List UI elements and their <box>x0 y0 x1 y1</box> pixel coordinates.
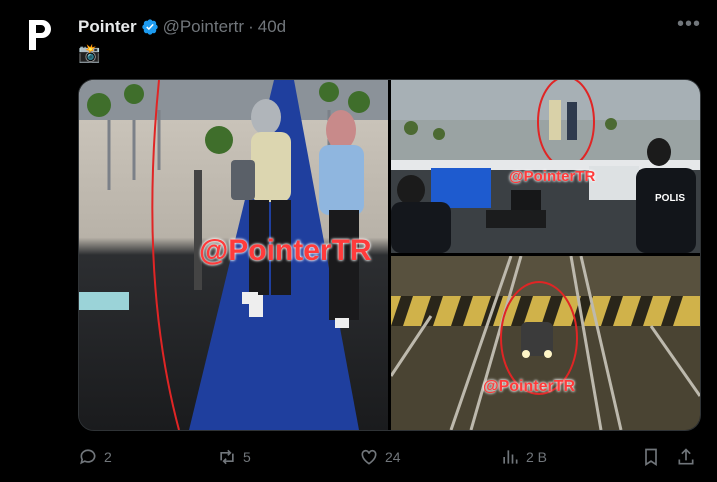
media-image-passport-control[interactable]: @PointerTR POLIS <box>391 80 700 253</box>
post-actions: 2 5 24 2 B <box>78 447 699 469</box>
repost-count: 5 <box>243 449 251 465</box>
watermark-text: @PointerTR <box>199 234 372 267</box>
bookmark-icon <box>645 448 657 467</box>
media-image-airport-walkway[interactable]: @PointerTR <box>79 80 388 430</box>
repost-button[interactable]: 5 <box>217 447 251 467</box>
views-button[interactable]: 2 B <box>500 447 547 467</box>
views-count: 2 B <box>526 449 548 465</box>
views-chart-icon <box>503 450 518 464</box>
post-text: 📸 <box>78 43 101 63</box>
like-button[interactable]: 24 <box>359 447 401 467</box>
post-timestamp[interactable]: 40d <box>258 17 286 37</box>
author-handle[interactable]: @Pointertr <box>163 17 245 37</box>
avatar[interactable] <box>18 12 64 58</box>
reply-button[interactable]: 2 <box>78 447 112 467</box>
share-icon <box>678 448 694 465</box>
repost-icon <box>220 449 234 465</box>
night-road-scene-icon <box>391 256 700 430</box>
like-count: 24 <box>385 449 401 465</box>
post-header: Pointer @Pointertr · 40d <box>78 16 286 38</box>
media-image-night-road[interactable]: @PointerTR <box>391 256 700 430</box>
author-display-name[interactable]: Pointer <box>78 17 137 37</box>
verified-badge-icon[interactable] <box>141 18 159 36</box>
share-button[interactable] <box>676 447 696 467</box>
more-options-icon[interactable]: ••• <box>677 14 701 34</box>
header-separator: · <box>248 17 254 36</box>
reply-count: 2 <box>104 449 112 465</box>
watermark-text: @PointerTR <box>509 168 596 185</box>
watermark-text: @PointerTR <box>483 378 576 395</box>
media-grid[interactable]: @PointerTR @PointerTR POLIS @PointerTR <box>78 79 701 431</box>
pointer-logo-icon <box>29 20 51 50</box>
reply-icon <box>80 449 96 465</box>
bookmark-button[interactable] <box>641 447 661 467</box>
police-label: POLIS <box>655 193 686 204</box>
passport-control-scene-icon <box>391 80 700 253</box>
heart-icon <box>361 449 377 465</box>
